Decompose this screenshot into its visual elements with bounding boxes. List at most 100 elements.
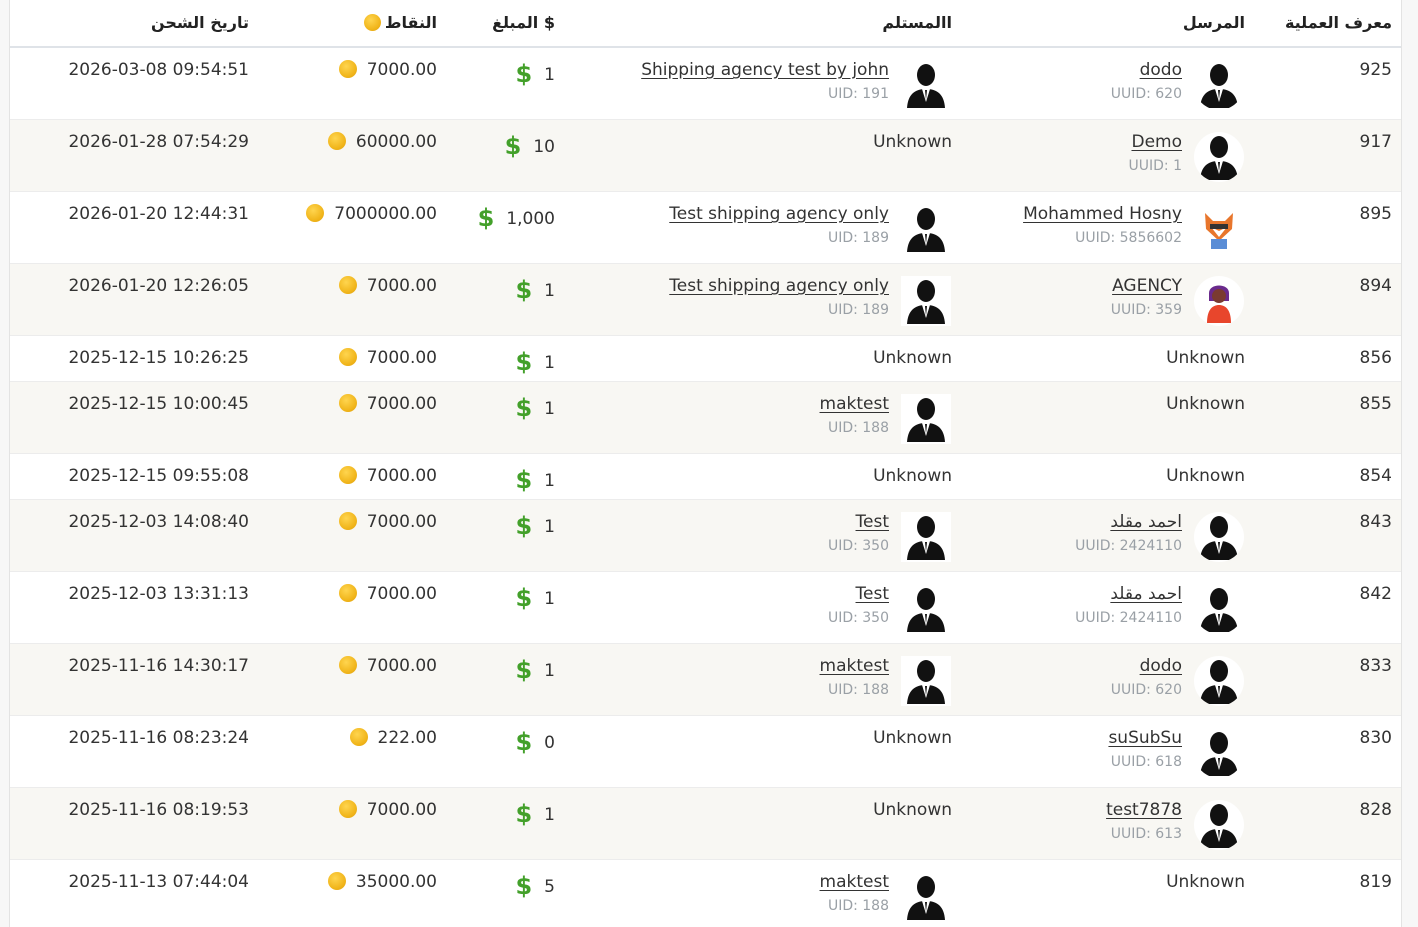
charge-date: 2025-12-03 13:31:13	[68, 584, 249, 604]
header-sender[interactable]: المرسل	[1183, 13, 1245, 32]
points-cell: 7000.00	[338, 394, 437, 414]
amount-cell: $1	[515, 512, 555, 540]
charge-date: 2026-01-28 07:54:29	[68, 132, 249, 152]
amount-value: 1	[544, 281, 555, 301]
transaction-id: 917	[1359, 132, 1392, 152]
user-name-link[interactable]: Mohammed Hosny	[1023, 204, 1182, 224]
points-value: 7000.00	[366, 276, 437, 296]
user-name-link[interactable]: suSubSu	[1108, 728, 1182, 748]
header-receiver[interactable]: االمستلم	[882, 13, 952, 32]
header-id[interactable]: معرف العملية	[1285, 13, 1392, 32]
user-name-link[interactable]: Test shipping agency only	[669, 276, 889, 296]
user-uid: UUID: 620	[1110, 86, 1182, 102]
points-cell: 7000.00	[338, 60, 437, 80]
points-value: 7000.00	[366, 656, 437, 676]
user-uid: UID: 191	[827, 86, 889, 102]
header-points[interactable]: النقاط	[363, 13, 437, 32]
amount-value: 1	[544, 661, 555, 681]
user-name-link[interactable]: dodo	[1111, 656, 1182, 676]
unknown-user: Unknown	[873, 800, 952, 820]
sender-cell: dodo UUID: 620	[1111, 60, 1244, 110]
user-name-link[interactable]: احمد مقلد	[1075, 584, 1182, 604]
amount-value: 1	[544, 471, 555, 491]
user-uid: UUID: 2424110	[1075, 538, 1182, 554]
coin-icon	[338, 656, 357, 674]
header-amount[interactable]: المبلغ $	[492, 13, 555, 32]
charge-date: 2026-03-08 09:54:51	[68, 60, 249, 80]
coin-icon	[338, 584, 357, 602]
coin-icon	[349, 728, 368, 746]
user-name-link[interactable]: Demo	[1129, 132, 1182, 152]
amount-cell: $1	[515, 394, 555, 422]
coin-icon	[306, 204, 325, 222]
user-name-link[interactable]: Test	[828, 584, 889, 604]
coin-icon	[338, 60, 357, 78]
sender-cell: Demo UUID: 1	[1129, 132, 1244, 182]
amount-value: 1	[544, 517, 555, 537]
user-name-link[interactable]: maktest	[820, 394, 889, 414]
person-icon	[901, 512, 951, 562]
receiver-cell: maktest UID: 188	[820, 872, 951, 922]
charge-date: 2025-11-13 07:44:04	[68, 872, 249, 892]
user-uid: UUID: 613	[1110, 826, 1182, 842]
table-row: 855 Unknown maktest UID: 188 $1 7000.00 …	[10, 382, 1401, 454]
person-icon	[1194, 132, 1244, 182]
points-cell: 35000.00	[327, 872, 437, 892]
charge-date: 2025-12-03 14:08:40	[68, 512, 249, 532]
sender-cell: احمد مقلد UUID: 2424110	[1075, 512, 1244, 562]
person-icon	[901, 276, 951, 326]
table-row: 894 AGENCY UUID: 359 Test shipping agenc…	[10, 264, 1401, 336]
charge-date: 2026-01-20 12:44:31	[68, 204, 249, 224]
user-uid: UID: 350	[827, 610, 889, 626]
person-icon	[901, 394, 951, 444]
user-name-link[interactable]: maktest	[820, 872, 889, 892]
table-row: 833 dodo UUID: 620 maktest UID: 188 $1 7…	[10, 644, 1401, 716]
receiver-cell: Shipping agency test by john UID: 191	[641, 60, 951, 110]
user-uid: UID: 189	[827, 230, 889, 246]
dollar-icon: $	[515, 394, 533, 422]
person-icon	[901, 656, 951, 706]
person-icon	[1194, 656, 1244, 706]
user-name-link[interactable]: maktest	[820, 656, 889, 676]
coin-icon	[338, 466, 357, 484]
points-cell: 7000.00	[338, 656, 437, 676]
user-name-link[interactable]: Shipping agency test by john	[641, 60, 889, 80]
amount-cell: $1,000	[478, 204, 555, 232]
person-icon	[901, 584, 951, 634]
transaction-id: 856	[1359, 348, 1392, 368]
table-row: 925 dodo UUID: 620 Shipping agency test …	[10, 48, 1401, 120]
user-name-link[interactable]: AGENCY	[1111, 276, 1182, 296]
amount-cell: $1	[515, 584, 555, 612]
user-name-link[interactable]: dodo	[1111, 60, 1182, 80]
unknown-user: Unknown	[873, 348, 952, 368]
amount-cell: $0	[515, 728, 555, 756]
user-name-link[interactable]: test7878	[1106, 800, 1182, 820]
user-name-link[interactable]: Test	[828, 512, 889, 532]
user-uid: UUID: 359	[1110, 302, 1182, 318]
receiver-cell: maktest UID: 188	[820, 656, 951, 706]
user-uid: UID: 188	[827, 898, 889, 914]
coin-icon	[338, 512, 357, 530]
points-value: 7000.00	[366, 348, 437, 368]
table-row: 819 Unknown maktest UID: 188 $5 35000.00…	[10, 860, 1401, 927]
points-value: 7000.00	[366, 60, 437, 80]
points-value: 7000.00	[366, 512, 437, 532]
transactions-table: معرف العملية المرسل االمستلم المبلغ $ ال…	[9, 0, 1402, 927]
amount-value: 0	[544, 733, 555, 753]
sender-cell: احمد مقلد UUID: 2424110	[1075, 584, 1244, 634]
charge-date: 2025-12-15 09:55:08	[68, 466, 249, 486]
user-uid: UUID: 5856602	[1075, 230, 1182, 246]
amount-cell: $1	[515, 466, 555, 494]
header-date[interactable]: تاريخ الشحن	[151, 13, 249, 32]
transaction-id: 830	[1359, 728, 1392, 748]
amount-cell: $10	[505, 132, 555, 160]
person-icon	[1194, 512, 1244, 562]
amount-value: 1	[544, 805, 555, 825]
user-name-link[interactable]: Test shipping agency only	[669, 204, 889, 224]
user-name-link[interactable]: احمد مقلد	[1075, 512, 1182, 532]
amount-value: 1	[544, 399, 555, 419]
dollar-icon: $	[515, 872, 533, 900]
dollar-icon: $	[515, 276, 533, 304]
dollar-icon: $	[515, 60, 533, 88]
dollar-icon: $	[515, 800, 533, 828]
